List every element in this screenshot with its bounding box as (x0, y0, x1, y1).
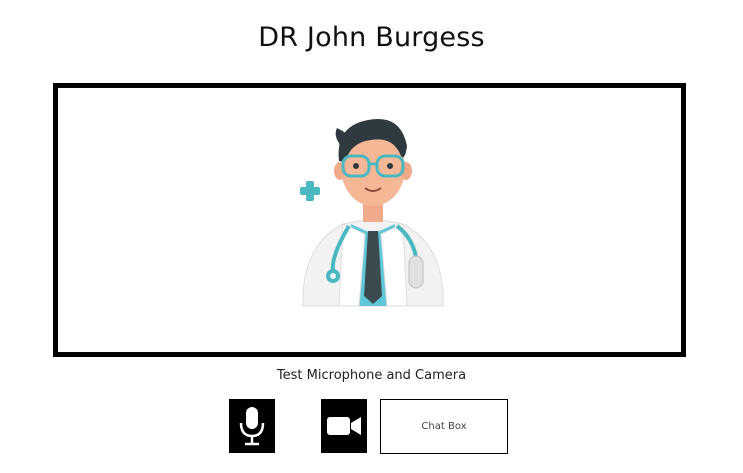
microphone-button[interactable] (229, 399, 275, 453)
chat-box-button[interactable]: Chat Box (380, 399, 508, 454)
video-frame (53, 83, 686, 357)
test-devices-caption: Test Microphone and Camera (276, 368, 467, 383)
page-title: DR John Burgess (258, 22, 485, 53)
camera-button[interactable] (321, 399, 367, 453)
doctor-avatar-icon (300, 119, 444, 307)
microphone-icon (239, 407, 265, 446)
chat-box-label: Chat Box (421, 421, 467, 432)
video-camera-icon (327, 417, 361, 435)
